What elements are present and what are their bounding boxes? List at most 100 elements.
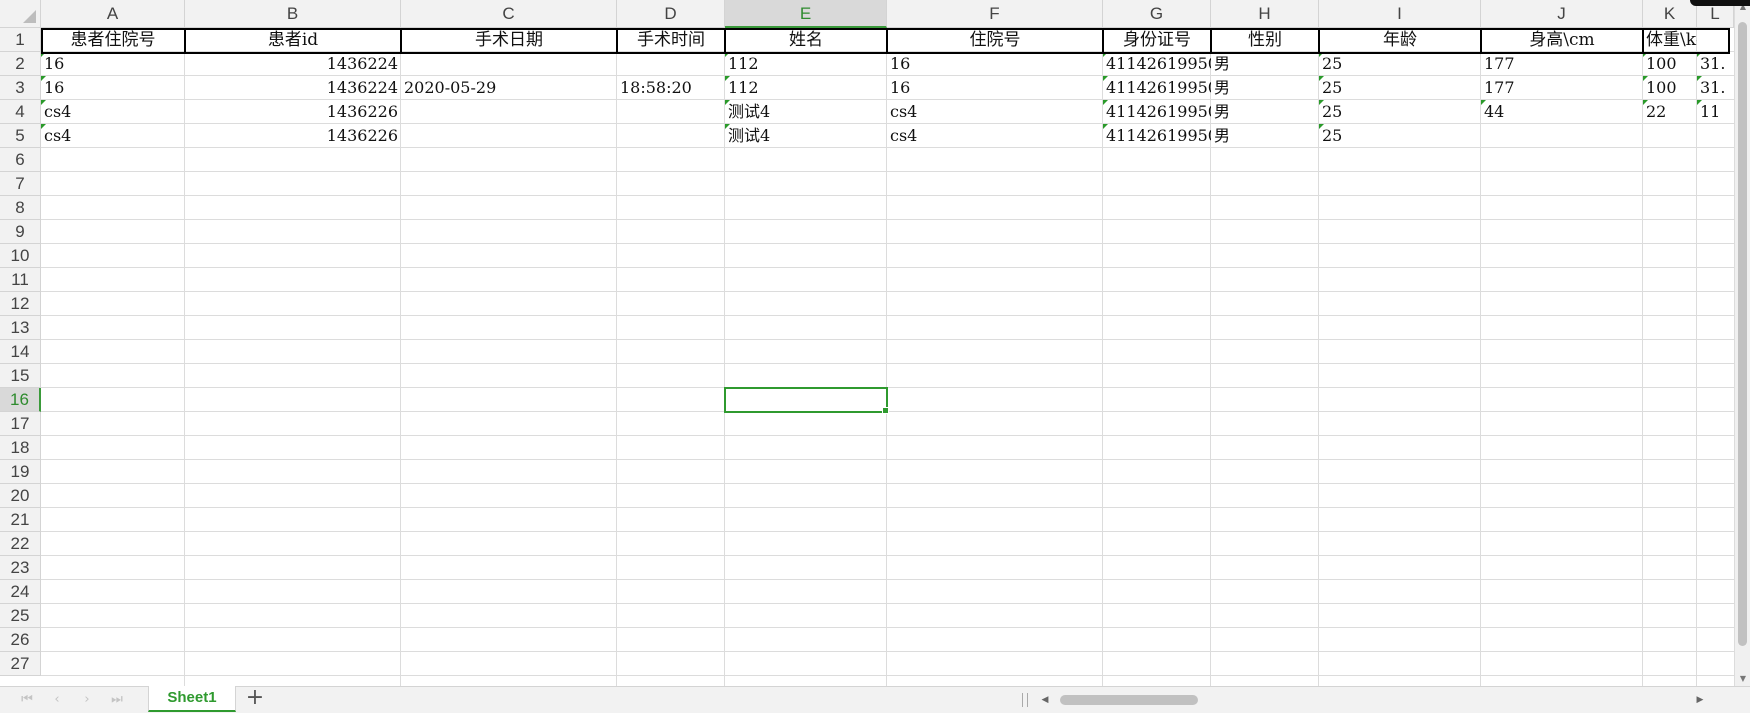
cell-d3[interactable]: 18:58:20 [617,76,725,100]
column-header-i[interactable]: I [1319,0,1481,28]
row-header-10[interactable]: 10 [0,244,41,268]
column-header-b[interactable]: B [185,0,401,28]
cell-a5[interactable]: cs4 [41,124,185,148]
row-header-21[interactable]: 21 [0,508,41,532]
cell-a3[interactable]: 16 [41,76,185,100]
row-header-1[interactable]: 1 [0,28,41,52]
cell-g3[interactable]: 411426199502 [1103,76,1211,100]
column-header-j[interactable]: J [1481,0,1643,28]
cell-b3[interactable]: 1436224 [185,76,401,100]
cell-i5[interactable]: 25 [1319,124,1481,148]
column-header-h[interactable]: H [1211,0,1319,28]
row-header-3[interactable]: 3 [0,76,41,100]
cell-a1[interactable]: 患者住院号 [41,28,185,52]
cell-g4[interactable]: 411426199501 [1103,100,1211,124]
cell-c1[interactable]: 手术日期 [401,28,617,52]
row-header-5[interactable]: 5 [0,124,41,148]
cell-h4[interactable]: 男 [1211,100,1319,124]
column-header-g[interactable]: G [1103,0,1211,28]
add-sheet-icon[interactable]: + [244,687,266,710]
next-sheet-icon[interactable]: › [78,691,96,709]
row-header-4[interactable]: 4 [0,100,41,124]
cell-e2[interactable]: 112 [725,52,887,76]
row-header-14[interactable]: 14 [0,340,41,364]
first-sheet-icon[interactable]: ⏮ [18,691,36,709]
row-header-16[interactable]: 16 [0,388,41,412]
cell-l4[interactable]: 11 [1697,100,1734,124]
cell-e4[interactable]: 测试4 [725,100,887,124]
cell-e1[interactable]: 姓名 [725,28,887,52]
row-header-20[interactable]: 20 [0,484,41,508]
cell-k1[interactable]: 体重\kg [1643,28,1697,52]
column-header-k[interactable]: K [1643,0,1697,28]
row-header-6[interactable]: 6 [0,148,41,172]
column-header-f[interactable]: F [887,0,1103,28]
column-header-c[interactable]: C [401,0,617,28]
row-header-12[interactable]: 12 [0,292,41,316]
row-header-26[interactable]: 26 [0,628,41,652]
row-header-13[interactable]: 13 [0,316,41,340]
cell-a4[interactable]: cs4 [41,100,185,124]
cell-c3[interactable]: 2020-05-29 [401,76,617,100]
row-header-23[interactable]: 23 [0,556,41,580]
vertical-scroll-thumb[interactable] [1738,22,1747,646]
cell-b2[interactable]: 1436224 [185,52,401,76]
row-header-27[interactable]: 27 [0,652,41,676]
cell-b1[interactable]: 患者id [185,28,401,52]
cell-b5[interactable]: 1436226 [185,124,401,148]
cell-j3[interactable]: 177 [1481,76,1643,100]
row-header-2[interactable]: 2 [0,52,41,76]
last-sheet-icon[interactable]: ⏭ [108,691,126,709]
cell-i3[interactable]: 25 [1319,76,1481,100]
fill-handle[interactable] [882,407,889,414]
scroll-left-icon[interactable]: ◀ [1038,692,1052,708]
row-header-7[interactable]: 7 [0,172,41,196]
row-header-19[interactable]: 19 [0,460,41,484]
cell-h5[interactable]: 男 [1211,124,1319,148]
row-header-15[interactable]: 15 [0,364,41,388]
cell-e5[interactable]: 测试4 [725,124,887,148]
cell-d1[interactable]: 手术时间 [617,28,725,52]
cell-h1[interactable]: 性别 [1211,28,1319,52]
horizontal-scroll-thumb[interactable] [1060,695,1198,705]
cell-j1[interactable]: 身高\cm [1481,28,1643,52]
column-header-e[interactable]: E [725,0,887,28]
column-header-a[interactable]: A [41,0,185,28]
row-header-18[interactable]: 18 [0,436,41,460]
cell-j4[interactable]: 44 [1481,100,1643,124]
row-header-8[interactable]: 8 [0,196,41,220]
spreadsheet-grid[interactable]: ABCDEFGHIJKL 1 2 3 4 5 6 7 8 9 10 11 12 13 14 15 16 17 18… [0,0,1734,686]
cell-g2[interactable]: 411426199502 [1103,52,1211,76]
cell-g5[interactable]: 411426199501 [1103,124,1211,148]
cell-f3[interactable]: 16 [887,76,1103,100]
cell-i1[interactable]: 年龄 [1319,28,1481,52]
horizontal-scrollbar[interactable]: ◀ ▶ [1034,692,1707,708]
cell-a2[interactable]: 16 [41,52,185,76]
sheet-tab-sheet1[interactable]: Sheet1 [148,686,236,712]
cell-h2[interactable]: 男 [1211,52,1319,76]
cell-i2[interactable]: 25 [1319,52,1481,76]
row-header-17[interactable]: 17 [0,412,41,436]
cell-h3[interactable]: 男 [1211,76,1319,100]
cell-k4[interactable]: 22 [1643,100,1697,124]
row-header-22[interactable]: 22 [0,532,41,556]
column-header-d[interactable]: D [617,0,725,28]
select-all-corner[interactable] [0,0,41,28]
scroll-down-icon[interactable]: ▼ [1735,672,1750,686]
cell-f5[interactable]: cs4 [887,124,1103,148]
tab-splitter-handle[interactable] [1022,693,1028,707]
cell-f1[interactable]: 住院号 [887,28,1103,52]
cell-k2[interactable]: 100 [1643,52,1697,76]
cell-f4[interactable]: cs4 [887,100,1103,124]
row-header-24[interactable]: 24 [0,580,41,604]
vertical-scrollbar[interactable]: ▲ ▼ [1734,0,1750,686]
cell-i4[interactable]: 25 [1319,100,1481,124]
cell-g1[interactable]: 身份证号 [1103,28,1211,52]
scroll-right-icon[interactable]: ▶ [1693,692,1707,708]
cell-l2[interactable]: 31. [1697,52,1734,76]
cell-f2[interactable]: 16 [887,52,1103,76]
row-header-9[interactable]: 9 [0,220,41,244]
cell-j2[interactable]: 177 [1481,52,1643,76]
cell-b4[interactable]: 1436226 [185,100,401,124]
row-header-25[interactable]: 25 [0,604,41,628]
